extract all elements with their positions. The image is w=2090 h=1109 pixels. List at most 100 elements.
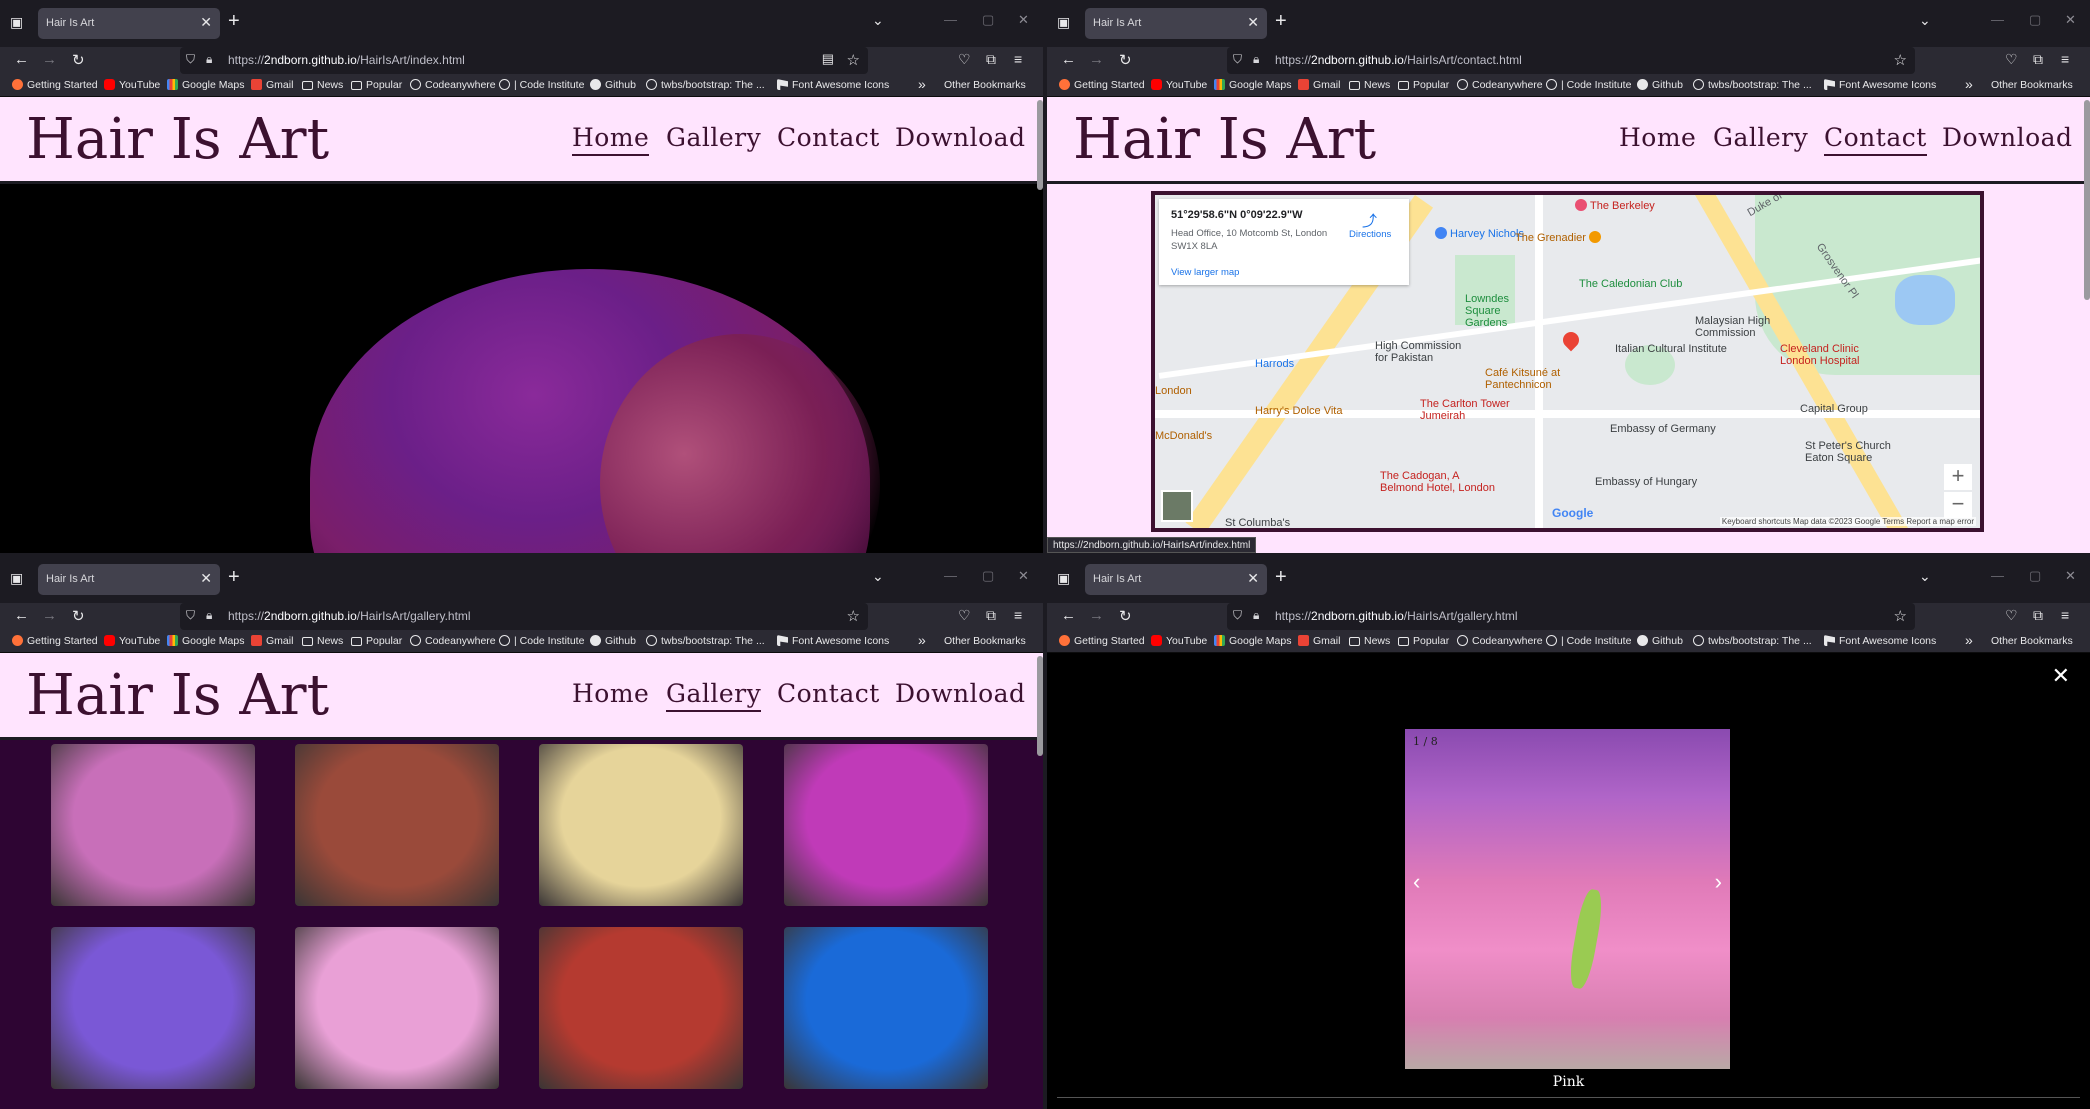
bookmark-item[interactable]: News [302,79,343,91]
maximize-icon[interactable]: ▢ [2029,12,2041,28]
poi-label[interactable]: High Commission for Pakistan [1375,340,1475,364]
bookmark-item[interactable]: Google Maps [167,79,244,91]
poi-label[interactable]: McDonald's [1155,430,1212,442]
tab-overflow-chevron-icon[interactable]: ⌄ [1919,568,1931,585]
site-logo[interactable]: Hair Is Art [1073,107,1376,172]
bookmark-item[interactable]: News [1349,79,1390,91]
bookmarks-overflow-icon[interactable]: » [1965,76,1973,92]
bookmark-item[interactable]: Getting Started [12,635,98,647]
reload-icon[interactable]: ↻ [72,607,85,625]
poi-label[interactable]: Embassy of Hungary [1595,476,1697,488]
gallery-thumbnail[interactable] [539,927,743,1089]
poi-label[interactable]: The Berkeley [1575,199,1655,212]
window-close-icon[interactable]: ✕ [1018,12,1029,28]
gallery-thumbnail[interactable] [784,927,988,1089]
url-bar[interactable]: ⛉ 🔒︎ https://2ndborn.github.io/HairIsArt… [1227,603,1915,630]
bookmark-item[interactable]: Getting Started [1059,79,1145,91]
pocket-icon[interactable]: ♡ [958,51,971,68]
bookmark-item[interactable]: Font Awesome Icons [1824,635,1936,647]
poi-label[interactable]: The Caledonian Club [1579,278,1682,290]
bookmark-star-icon[interactable]: ☆ [1894,607,1907,625]
directions-link[interactable]: Directions [1349,229,1391,240]
poi-label[interactable]: Café Kitsuné at Pantechnicon [1485,367,1595,391]
reader-view-icon[interactable]: ▤ [822,51,834,67]
poi-label[interactable]: Embassy of Germany [1610,423,1716,435]
url-text[interactable]: https://2ndborn.github.io/HairIsArt/inde… [228,53,465,67]
nav-link-gallery[interactable]: Gallery [1713,123,1808,152]
bookmark-star-icon[interactable]: ☆ [847,607,860,625]
gallery-thumbnail[interactable] [539,744,743,906]
zoom-in-button[interactable]: + [1944,464,1972,490]
url-text[interactable]: https://2ndborn.github.io/HairIsArt/gall… [1275,609,1518,623]
bookmark-item[interactable]: Google Maps [167,635,244,647]
url-bar[interactable]: ⛉ 🔒︎ https://2ndborn.github.io/HairIsArt… [1227,47,1915,74]
poi-label[interactable]: St Peter's Church Eaton Square [1805,440,1915,464]
site-logo[interactable]: Hair Is Art [26,663,329,728]
nav-link-download[interactable]: Download [895,123,1026,152]
bookmark-item[interactable]: | Code Institute [1546,635,1631,647]
bookmark-item[interactable]: Codeanywhere [1457,79,1543,91]
bookmark-item[interactable]: News [302,635,343,647]
other-bookmarks[interactable]: Other Bookmarks [1991,635,2073,647]
bookmark-item[interactable]: Github [1637,635,1683,647]
zoom-out-button[interactable]: − [1944,492,1972,518]
bookmark-item[interactable]: Font Awesome Icons [777,79,889,91]
bookmark-item[interactable]: Font Awesome Icons [777,635,889,647]
bookmark-item[interactable]: Getting Started [1059,635,1145,647]
new-tab-icon[interactable]: + [1275,10,1287,33]
tab-list-icon[interactable]: ▣ [1057,14,1075,32]
bookmark-item[interactable]: twbs/bootstrap: The ... [646,79,765,91]
lock-icon[interactable]: 🔒︎ [1253,52,1259,67]
back-icon[interactable]: ← [14,51,29,68]
extensions-icon[interactable]: ⧉ [2033,607,2043,624]
nav-link-contact[interactable]: Contact [1824,123,1927,156]
bookmark-item[interactable]: Popular [1398,79,1449,91]
maximize-icon[interactable]: ▢ [982,568,994,584]
tracking-shield-icon[interactable]: ⛉ [1233,52,1242,67]
poi-label[interactable]: London [1155,385,1192,397]
menu-icon[interactable]: ≡ [1014,51,1022,67]
bookmarks-overflow-icon[interactable]: » [918,632,926,648]
bookmark-item[interactable]: | Code Institute [499,79,584,91]
bookmark-item[interactable]: Gmail [1298,79,1340,91]
reload-icon[interactable]: ↻ [72,51,85,69]
menu-icon[interactable]: ≡ [2061,51,2069,67]
bookmark-item[interactable]: Gmail [1298,635,1340,647]
pocket-icon[interactable]: ♡ [2005,607,2018,624]
directions-icon[interactable]: ⤴ [1362,210,1377,231]
reload-icon[interactable]: ↻ [1119,607,1132,625]
bookmark-item[interactable]: Codeanywhere [410,79,496,91]
nav-link-gallery[interactable]: Gallery [666,123,761,152]
extensions-icon[interactable]: ⧉ [986,607,996,624]
poi-label[interactable]: Harrods [1255,358,1294,370]
bookmark-item[interactable]: Gmail [251,635,293,647]
bookmark-item[interactable]: twbs/bootstrap: The ... [646,635,765,647]
url-bar[interactable]: ⛉ 🔒︎ https://2ndborn.github.io/HairIsArt… [180,603,868,630]
tab-close-icon[interactable]: ✕ [1247,14,1259,31]
url-text[interactable]: https://2ndborn.github.io/HairIsArt/cont… [1275,53,1522,67]
bookmark-item[interactable]: twbs/bootstrap: The ... [1693,79,1812,91]
pocket-icon[interactable]: ♡ [2005,51,2018,68]
minimize-icon[interactable]: — [944,568,957,583]
bookmark-item[interactable]: | Code Institute [499,635,584,647]
poi-label[interactable]: The Cadogan, A Belmond Hotel, London [1380,470,1500,494]
bookmark-item[interactable]: YouTube [104,635,160,647]
gallery-thumbnail[interactable] [51,927,255,1089]
bookmark-star-icon[interactable]: ☆ [847,51,860,69]
lightbox-close-icon[interactable]: ✕ [2052,663,2070,689]
tracking-shield-icon[interactable]: ⛉ [186,608,195,623]
menu-icon[interactable]: ≡ [1014,607,1022,623]
gallery-thumbnail[interactable] [51,744,255,906]
bookmark-item[interactable]: Getting Started [12,79,98,91]
maximize-icon[interactable]: ▢ [982,12,994,28]
forward-icon[interactable]: → [42,51,57,68]
tab-overflow-chevron-icon[interactable]: ⌄ [1919,12,1931,29]
nav-link-home[interactable]: Home [572,123,650,156]
tab-hair-is-art[interactable]: Hair Is Art ✕ [38,564,220,595]
map-footer[interactable]: Keyboard shortcuts Map data ©2023 Google… [1719,517,1976,526]
tab-list-icon[interactable]: ▣ [10,14,28,32]
minimize-icon[interactable]: — [1991,12,2004,27]
bookmark-item[interactable]: Popular [351,635,402,647]
url-bar[interactable]: ⛉ 🔒︎ https://2ndborn.github.io/HairIsArt… [180,47,868,74]
tab-overflow-chevron-icon[interactable]: ⌄ [872,12,884,29]
